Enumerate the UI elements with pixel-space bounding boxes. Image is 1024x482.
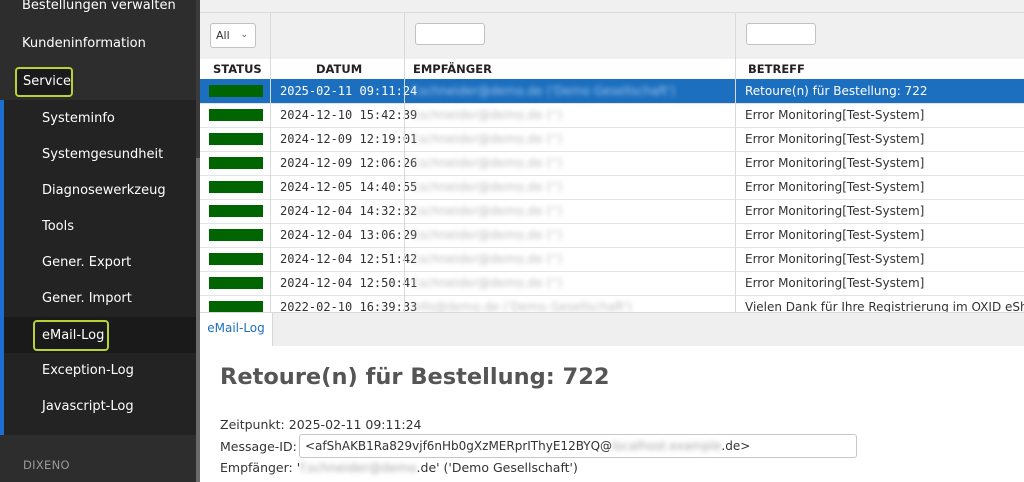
table-row[interactable]: 2024-12-10 15:42:39 f.schneider@demo.de (… [200, 103, 1024, 128]
table-row[interactable]: 2024-12-04 14:32:32 f.schneider@demo.de (… [200, 199, 1024, 224]
recipient-suffix: .de' ('Demo Gesellschaft') [416, 460, 578, 475]
timestamp-row: Zeitpunkt: 2025-02-11 09:11:24 [220, 417, 422, 432]
row-recipient-redacted: f.schneider@demo.de ('') [412, 228, 563, 242]
sidebar-item-systemgesundheit[interactable]: Systemgesundheit [0, 137, 196, 173]
status-indicator [209, 301, 263, 312]
recipient-label: Empfänger: [220, 460, 293, 475]
row-subject: Retoure(n) für Bestellung: 722 [745, 84, 928, 98]
detail-tabstrip: eMail-Log [200, 312, 1024, 347]
row-date: 2024-12-10 15:42:39 [280, 108, 418, 122]
table-row[interactable]: 2024-12-04 13:06:29 f.schneider@demo.de (… [200, 223, 1024, 248]
row-date: 2024-12-04 14:32:32 [280, 204, 418, 218]
row-subject: Error Monitoring[Test-System] [745, 108, 925, 122]
subject-filter-input[interactable] [746, 23, 816, 45]
chevron-down-icon: ⌄ [240, 30, 248, 40]
row-recipient-redacted: info@demo.de ('Demo Gesellschaft') [412, 300, 632, 312]
column-header-datum[interactable]: DATUM [316, 59, 362, 79]
sidebar-item-kundeninformation[interactable]: Kundeninformation [0, 26, 196, 62]
sidebar: Bestellungen verwalten Kundeninformation… [0, 0, 200, 482]
row-subject: Error Monitoring[Test-System] [745, 252, 925, 266]
message-id-label: Message-ID: [220, 439, 297, 454]
row-recipient-redacted: f.schneider@demo.de ('') [412, 252, 563, 266]
message-id-field[interactable]: <afShAKB1Ra829vjf6nHb0gXzMERprIThyE12BYQ… [299, 434, 857, 458]
row-subject: Error Monitoring[Test-System] [745, 180, 925, 194]
status-indicator [209, 109, 263, 121]
email-subject-title: Retoure(n) für Bestellung: 722 [220, 364, 610, 390]
row-subject: Vielen Dank für Ihre Registrierung im OX… [745, 300, 1024, 312]
row-date: 2024-12-05 14:40:55 [280, 180, 418, 194]
sidebar-item-exception-log[interactable]: Exception-Log [0, 353, 196, 389]
row-recipient-redacted: f.schneider@demo.de ('') [412, 156, 563, 170]
row-date: 2024-12-09 12:19:01 [280, 132, 418, 146]
column-divider [404, 13, 405, 312]
row-date: 2024-12-04 12:50:41 [280, 276, 418, 290]
sidebar-item-gener-import[interactable]: Gener. Import [0, 281, 196, 317]
table-row[interactable]: 2024-12-04 12:50:41 f.schneider@demo.de (… [200, 271, 1024, 296]
column-header-status[interactable]: STATUS [213, 59, 262, 79]
table-row[interactable]: 2024-12-05 14:40:55 f.schneider@demo.de (… [200, 175, 1024, 200]
status-indicator [209, 85, 263, 97]
sidebar-item-systeminfo[interactable]: Systeminfo [0, 101, 196, 137]
table-row[interactable]: 2025-02-11 09:11:24 f.schneider@demo.de (… [200, 79, 1024, 104]
status-indicator [209, 133, 263, 145]
row-recipient-redacted: f.schneider@demo.de ('') [412, 132, 563, 146]
message-id-suffix: .de> [721, 439, 751, 453]
row-subject: Error Monitoring[Test-System] [745, 276, 925, 290]
table-row[interactable]: 2024-12-04 12:51:42 f.schneider@demo.de (… [200, 247, 1024, 272]
sidebar-item-tools[interactable]: Tools [0, 209, 196, 245]
row-subject: Error Monitoring[Test-System] [745, 156, 925, 170]
grid-top-band [200, 0, 1024, 13]
timestamp-value: 2025-02-11 09:11:24 [288, 417, 422, 432]
recipient-user-redacted: f.schneider@demo [300, 460, 417, 475]
sidebar-item-bestellungen[interactable]: Bestellungen verwalten [0, 0, 196, 24]
row-subject: Error Monitoring[Test-System] [745, 228, 925, 242]
sidebar-section-dixeno[interactable]: DIXENO [23, 458, 70, 472]
message-id-domain-redacted: localhost.example [612, 439, 722, 453]
row-recipient-redacted: f.schneider@demo.de ('') [412, 276, 563, 290]
row-subject: Error Monitoring[Test-System] [745, 204, 925, 218]
row-date: 2024-12-04 13:06:29 [280, 228, 418, 242]
message-id-prefix: <afShAKB1Ra829vjf6nHb0gXzMERprIThyE12BYQ… [305, 439, 613, 453]
email-detail-panel: Retoure(n) für Bestellung: 722 Zeitpunkt… [200, 346, 1024, 482]
sidebar-item-gener-export[interactable]: Gener. Export [0, 245, 196, 281]
grid-header-row: STATUS DATUM EMPFÄNGER BETREFF [200, 59, 1024, 79]
row-recipient-redacted: f.schneider@demo.de ('') [412, 204, 563, 218]
status-indicator [209, 157, 263, 169]
row-date: 2022-02-10 16:39:33 [280, 300, 418, 312]
status-indicator [209, 229, 263, 241]
row-recipient-redacted: f.schneider@demo.de ('') [412, 180, 563, 194]
status-filter-select[interactable]: All ⌄ [210, 23, 256, 48]
table-row[interactable]: 2022-02-10 16:39:33 info@demo.de ('Demo G… [200, 295, 1024, 312]
tab-email-log[interactable]: eMail-Log [200, 313, 273, 347]
sidebar-item-service[interactable]: Service [15, 67, 73, 97]
status-indicator [209, 253, 263, 265]
row-date: 2024-12-09 12:06:26 [280, 156, 418, 170]
column-divider [735, 13, 736, 312]
row-date: 2024-12-04 12:51:42 [280, 252, 418, 266]
column-header-empfaenger[interactable]: EMPFÄNGER [413, 59, 492, 79]
sidebar-item-diagnosewerkzeug[interactable]: Diagnosewerkzeug [0, 173, 196, 209]
status-indicator [209, 205, 263, 217]
row-recipient-redacted: f.schneider@demo.de ('Demo Gesellschaft'… [412, 84, 676, 98]
table-row[interactable]: 2024-12-09 12:06:26 f.schneider@demo.de (… [200, 151, 1024, 176]
filter-row: All ⌄ [200, 13, 1024, 60]
column-divider [270, 13, 271, 312]
row-subject: Error Monitoring[Test-System] [745, 132, 925, 146]
recipient-row: Empfänger: 'f.schneider@demo.de' ('Demo … [220, 460, 578, 475]
status-filter-value: All [216, 29, 230, 42]
recipient-filter-input[interactable] [415, 23, 485, 45]
table-row[interactable]: 2024-12-09 12:19:01 f.schneider@demo.de (… [200, 127, 1024, 152]
sidebar-item-email-log[interactable]: eMail-Log [33, 320, 109, 351]
row-recipient-redacted: f.schneider@demo.de ('') [412, 108, 563, 122]
status-indicator [209, 181, 263, 193]
email-log-grid: All ⌄ STATUS DATUM EMPFÄNGER BETREFF 202… [200, 0, 1024, 312]
timestamp-label: Zeitpunkt: [220, 417, 285, 432]
row-date: 2025-02-11 09:11:24 [280, 84, 418, 98]
status-indicator [209, 277, 263, 289]
column-header-betreff[interactable]: BETREFF [748, 59, 805, 79]
sidebar-item-javascript-log[interactable]: Javascript-Log [0, 389, 196, 425]
